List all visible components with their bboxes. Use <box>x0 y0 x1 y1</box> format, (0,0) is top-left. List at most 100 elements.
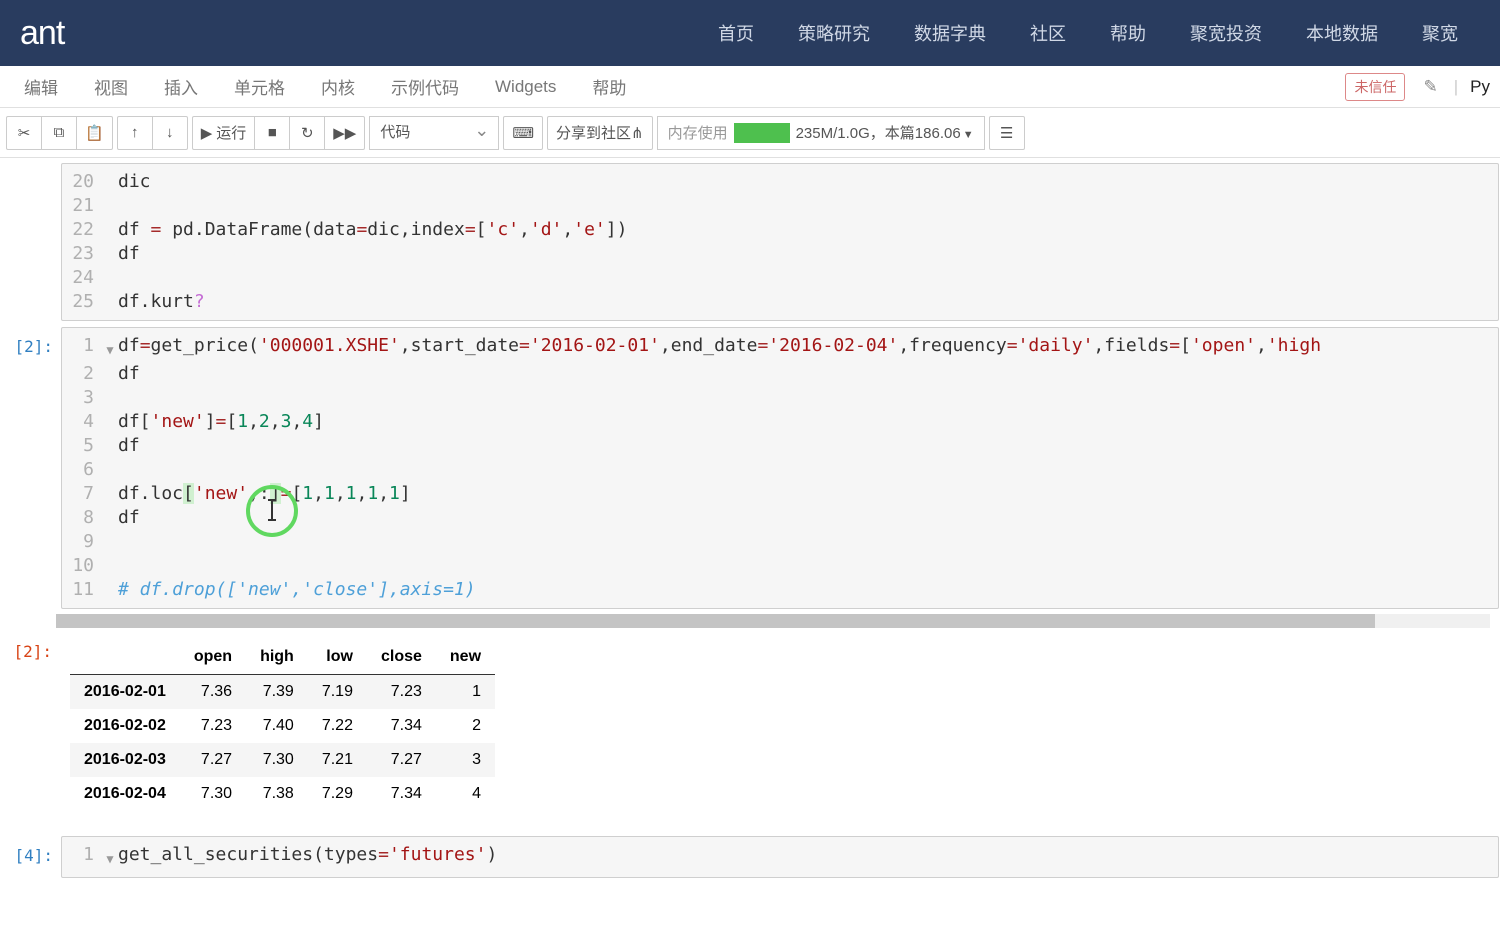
dataframe-table: openhighlowclosenew2016-02-017.367.397.1… <box>70 640 495 811</box>
copy-button[interactable]: ⧉ <box>41 116 77 150</box>
fold-gutter[interactable] <box>102 434 118 458</box>
nav-jk[interactable]: 聚宽 <box>1400 20 1480 46</box>
fold-gutter[interactable] <box>102 170 118 194</box>
nav-strategy[interactable]: 策略研究 <box>776 20 892 46</box>
list-button[interactable]: ☰ <box>989 116 1025 150</box>
share-button[interactable]: 分享到社区 ⋔ <box>547 116 653 150</box>
menu-insert[interactable]: 插入 <box>146 68 216 105</box>
code-line[interactable] <box>118 266 1498 290</box>
table-cell: 7.38 <box>246 777 308 811</box>
table-cell: 7.27 <box>180 743 246 777</box>
code-line[interactable]: # df.drop(['new','close'],axis=1) <box>118 578 1498 602</box>
fold-gutter[interactable]: ▼ <box>102 843 118 871</box>
menu-help[interactable]: 帮助 <box>574 68 644 105</box>
menu-kernel[interactable]: 内核 <box>303 68 373 105</box>
fold-gutter[interactable] <box>102 242 118 266</box>
fold-gutter[interactable] <box>102 266 118 290</box>
menu-cell[interactable]: 单元格 <box>216 68 303 105</box>
paste-button[interactable]: 📋 <box>76 116 113 150</box>
stop-icon: ■ <box>268 124 277 141</box>
fold-gutter[interactable] <box>102 410 118 434</box>
line-number: 3 <box>62 386 102 410</box>
fold-gutter[interactable] <box>102 578 118 602</box>
move-down-button[interactable]: ↓ <box>152 116 188 150</box>
fold-gutter[interactable] <box>102 482 118 506</box>
code-line[interactable]: df <box>118 362 1498 386</box>
fold-gutter[interactable] <box>102 194 118 218</box>
scrollbar-thumb[interactable] <box>56 614 1375 628</box>
code-line[interactable]: df = pd.DataFrame(data=dic,index=['c','d… <box>118 218 1498 242</box>
code-line[interactable] <box>118 194 1498 218</box>
cell-prompt <box>1 163 61 321</box>
pencil-icon[interactable]: ✎ <box>1415 73 1445 101</box>
code-line[interactable]: df <box>118 434 1498 458</box>
code-line[interactable]: df['new']=[1,2,3,4] <box>118 410 1498 434</box>
code-input[interactable]: 1▼df=get_price('000001.XSHE',start_date=… <box>61 327 1499 609</box>
fold-gutter[interactable] <box>102 458 118 482</box>
nav-help[interactable]: 帮助 <box>1088 20 1168 46</box>
cut-button[interactable]: ✂ <box>6 116 42 150</box>
table-cell: 7.40 <box>246 709 308 743</box>
share-icon: ⋔ <box>631 124 644 142</box>
caret-down-icon: ▼ <box>963 129 974 141</box>
cell-type-select[interactable]: 代码 <box>369 116 499 150</box>
stop-button[interactable]: ■ <box>254 116 290 150</box>
code-line[interactable]: df <box>118 242 1498 266</box>
fold-gutter[interactable]: ▼ <box>102 334 118 362</box>
code-line[interactable]: get_all_securities(types='futures') <box>118 843 1498 871</box>
code-line[interactable]: dic <box>118 170 1498 194</box>
menu-edit[interactable]: 编辑 <box>6 68 76 105</box>
line-number: 7 <box>62 482 102 506</box>
run-button[interactable]: ▶运行 <box>192 116 256 150</box>
table-cell: 2016-02-03 <box>70 743 180 777</box>
line-number: 8 <box>62 506 102 530</box>
text-cursor-icon <box>271 500 273 520</box>
output-cell: [2]: openhighlowclosenew2016-02-017.367.… <box>0 632 1500 819</box>
list-icon: ☰ <box>1000 124 1013 142</box>
code-cell[interactable]: 20dic2122df = pd.DataFrame(data=dic,inde… <box>0 162 1500 322</box>
menu-view[interactable]: 视图 <box>76 68 146 105</box>
code-input[interactable]: 20dic2122df = pd.DataFrame(data=dic,inde… <box>61 163 1499 321</box>
memory-label: 内存使用 <box>668 122 728 143</box>
cell-prompt: [4]: <box>1 836 61 878</box>
trust-badge[interactable]: 未信任 <box>1345 73 1405 101</box>
nav-home[interactable]: 首页 <box>696 20 776 46</box>
table-cell: 7.39 <box>246 675 308 710</box>
code-line[interactable] <box>118 530 1498 554</box>
menu-example[interactable]: 示例代码 <box>373 68 477 105</box>
code-line[interactable] <box>118 458 1498 482</box>
code-line[interactable]: df.loc['new',:]=[1,1,1,1,1] <box>118 482 1498 506</box>
move-up-button[interactable]: ↑ <box>117 116 153 150</box>
menu-widgets[interactable]: Widgets <box>477 71 574 103</box>
fold-gutter[interactable] <box>102 554 118 578</box>
code-line[interactable]: df <box>118 506 1498 530</box>
code-line[interactable] <box>118 386 1498 410</box>
code-input[interactable]: 1▼get_all_securities(types='futures') <box>61 836 1499 878</box>
line-number: 22 <box>62 218 102 242</box>
fold-gutter[interactable] <box>102 290 118 314</box>
fold-gutter[interactable] <box>102 386 118 410</box>
fold-gutter[interactable] <box>102 530 118 554</box>
nav-invest[interactable]: 聚宽投资 <box>1168 20 1284 46</box>
code-cell[interactable]: [2]: 1▼df=get_price('000001.XSHE',start_… <box>0 326 1500 610</box>
nav-community[interactable]: 社区 <box>1008 20 1088 46</box>
fold-gutter[interactable] <box>102 362 118 386</box>
fold-gutter[interactable] <box>102 506 118 530</box>
horizontal-scrollbar[interactable] <box>56 614 1490 628</box>
table-cell: 2016-02-02 <box>70 709 180 743</box>
fold-gutter[interactable] <box>102 218 118 242</box>
table-cell: 7.21 <box>308 743 367 777</box>
code-line[interactable] <box>118 554 1498 578</box>
nav-dictionary[interactable]: 数据字典 <box>892 20 1008 46</box>
kernel-name[interactable]: Py <box>1466 77 1494 97</box>
code-cell[interactable]: [4]: 1▼get_all_securities(types='futures… <box>0 835 1500 879</box>
refresh-icon: ↻ <box>301 124 314 142</box>
code-line[interactable]: df.kurt? <box>118 290 1498 314</box>
line-number: 20 <box>62 170 102 194</box>
code-line[interactable]: df=get_price('000001.XSHE',start_date='2… <box>118 334 1498 362</box>
table-cell: 7.30 <box>246 743 308 777</box>
restart-button[interactable]: ↻ <box>289 116 325 150</box>
run-all-button[interactable]: ▶▶ <box>324 116 365 150</box>
keyboard-button[interactable]: ⌨ <box>503 116 543 150</box>
nav-localdata[interactable]: 本地数据 <box>1284 20 1400 46</box>
